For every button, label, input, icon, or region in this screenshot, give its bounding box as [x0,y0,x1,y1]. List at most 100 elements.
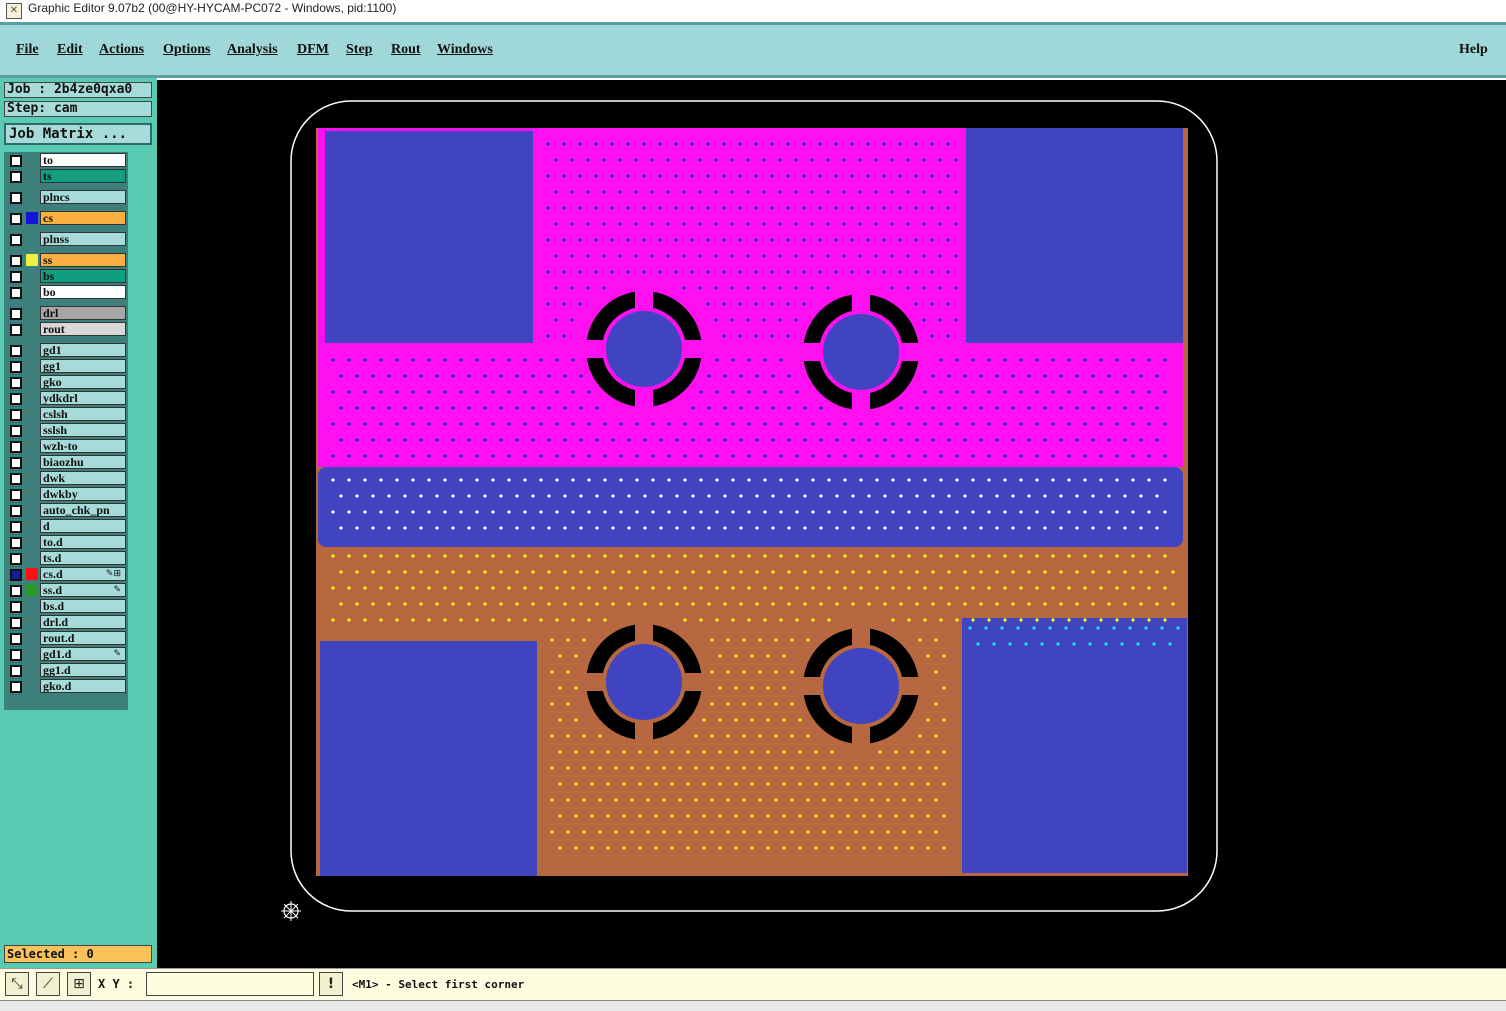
layer-row-ss.d[interactable]: ss.d ✎ [4,582,128,598]
layer-checkbox[interactable] [10,681,22,693]
layer-row-plnss[interactable]: plnss [4,231,128,247]
layer-checkbox[interactable] [10,171,22,183]
menu-dfm[interactable]: DFM [297,42,329,58]
menu-actions[interactable]: Actions [99,42,144,58]
job-matrix-button[interactable]: Job Matrix ... [4,123,152,145]
layer-checkbox[interactable] [10,601,22,613]
layer-color-swatch[interactable] [26,360,38,372]
layer-checkbox[interactable] [10,409,22,421]
layer-row-biaozhu[interactable]: biaozhu [4,454,128,470]
layer-checkbox[interactable] [10,457,22,469]
layer-checkbox[interactable] [10,569,22,581]
layer-color-swatch[interactable] [26,254,38,266]
layer-name[interactable]: auto_chk_pn [40,503,126,517]
layer-row-ts.d[interactable]: ts.d [4,550,128,566]
layer-name[interactable]: gg1.d [40,663,126,677]
layer-checkbox[interactable] [10,393,22,405]
layer-name[interactable]: to [40,153,126,167]
layer-row-d[interactable]: d [4,518,128,534]
graphics-canvas[interactable] [157,80,1506,968]
layer-checkbox[interactable] [10,213,22,225]
layer-checkbox[interactable] [10,505,22,517]
layer-name[interactable]: wzh-to [40,439,126,453]
menu-options[interactable]: Options [163,42,210,58]
layer-name[interactable]: gd1 [40,343,126,357]
layer-color-swatch[interactable] [26,616,38,628]
layer-row-dwk[interactable]: dwk [4,470,128,486]
layer-color-swatch[interactable] [26,600,38,612]
menu-rout[interactable]: Rout [391,42,421,58]
layer-color-swatch[interactable] [26,233,38,245]
zoom-box-icon[interactable]: ⤡ [5,972,29,996]
layer-name[interactable]: drl.d [40,615,126,629]
layer-row-gd1[interactable]: gd1 [4,342,128,358]
layer-checkbox[interactable] [10,649,22,661]
layer-color-swatch[interactable] [26,154,38,166]
layer-name[interactable]: ts [40,169,126,183]
layer-color-swatch[interactable] [26,568,38,580]
layer-name[interactable]: to.d [40,535,126,549]
layer-row-bs.d[interactable]: bs.d [4,598,128,614]
layer-checkbox[interactable] [10,585,22,597]
layer-color-swatch[interactable] [26,376,38,388]
layer-color-swatch[interactable] [26,323,38,335]
layer-name[interactable]: cs [40,211,126,225]
layer-color-swatch[interactable] [26,648,38,660]
layer-checkbox[interactable] [10,361,22,373]
layer-color-swatch[interactable] [26,504,38,516]
layer-color-swatch[interactable] [26,424,38,436]
layer-row-bo[interactable]: bo [4,284,128,300]
layer-color-swatch[interactable] [26,270,38,282]
layer-name[interactable]: cs.d ✎⊞ [40,567,126,581]
layer-name[interactable]: cslsh [40,407,126,421]
layer-checkbox[interactable] [10,192,22,204]
menu-help[interactable]: Help [1459,42,1488,58]
layer-name[interactable]: gg1 [40,359,126,373]
layer-checkbox[interactable] [10,473,22,485]
layer-name[interactable]: d [40,519,126,533]
layer-checkbox[interactable] [10,489,22,501]
layer-row-dwkby[interactable]: dwkby [4,486,128,502]
layer-row-sslsh[interactable]: sslsh [4,422,128,438]
layer-color-swatch[interactable] [26,344,38,356]
layer-row-ydkdrl[interactable]: ydkdrl [4,390,128,406]
layer-name[interactable]: bo [40,285,126,299]
layer-name[interactable]: dwkby [40,487,126,501]
layer-row-auto_chk_pn[interactable]: auto_chk_pn [4,502,128,518]
layer-color-swatch[interactable] [26,472,38,484]
layer-row-plncs[interactable]: plncs [4,189,128,205]
layer-row-ts[interactable]: ts [4,168,128,184]
layer-row-gg1[interactable]: gg1 [4,358,128,374]
layer-checkbox[interactable] [10,287,22,299]
layer-checkbox[interactable] [10,521,22,533]
layer-name[interactable]: ts.d [40,551,126,565]
layer-checkbox[interactable] [10,324,22,336]
layer-checkbox[interactable] [10,255,22,267]
layer-name[interactable]: rout [40,322,126,336]
layer-checkbox[interactable] [10,537,22,549]
layer-color-swatch[interactable] [26,408,38,420]
layer-checkbox[interactable] [10,553,22,565]
layer-row-drl[interactable]: drl [4,305,128,321]
layer-name[interactable]: sslsh [40,423,126,437]
exclamation-icon[interactable]: ! [319,972,343,996]
layer-color-swatch[interactable] [26,520,38,532]
menu-step[interactable]: Step [346,42,372,58]
menu-file[interactable]: File [16,42,39,58]
layer-color-swatch[interactable] [26,456,38,468]
layer-checkbox[interactable] [10,617,22,629]
layer-name[interactable]: bs [40,269,126,283]
layer-name[interactable]: biaozhu [40,455,126,469]
layer-row-gko[interactable]: gko [4,374,128,390]
layer-color-swatch[interactable] [26,191,38,203]
layer-checkbox[interactable] [10,271,22,283]
layer-checkbox[interactable] [10,308,22,320]
layer-name[interactable]: ss.d ✎ [40,583,126,597]
layer-checkbox[interactable] [10,633,22,645]
layer-row-gko.d[interactable]: gko.d [4,678,128,694]
layer-color-swatch[interactable] [26,212,38,224]
layer-color-swatch[interactable] [26,392,38,404]
layer-color-swatch[interactable] [26,680,38,692]
layer-checkbox[interactable] [10,155,22,167]
layer-checkbox[interactable] [10,425,22,437]
